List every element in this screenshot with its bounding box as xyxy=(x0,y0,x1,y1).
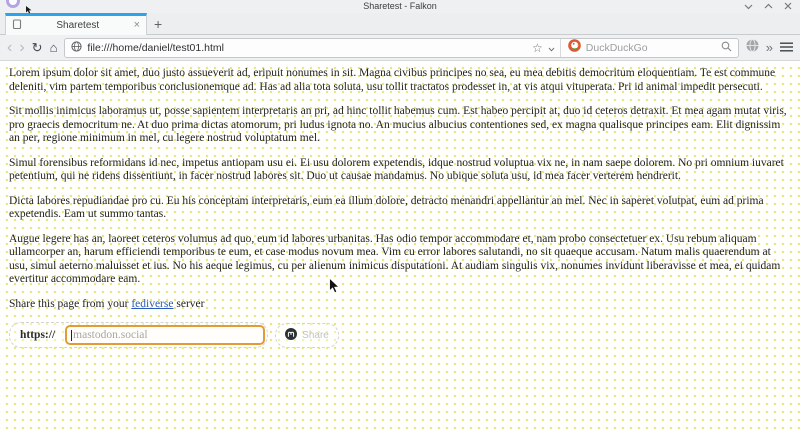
main-menu-icon[interactable] xyxy=(780,39,793,57)
tab-bar: Sharetest × + xyxy=(0,13,800,35)
window-title: Sharetest - Falkon xyxy=(0,1,800,11)
https-scheme-label: https:// xyxy=(10,329,65,341)
share-prompt-suffix: server xyxy=(173,298,204,310)
page-favicon-icon xyxy=(12,17,22,35)
share-button-label: Share xyxy=(302,330,329,341)
url-text[interactable]: file:///home/daniel/test01.html xyxy=(87,42,527,54)
fediverse-link[interactable]: fediverse xyxy=(131,298,173,310)
bookmark-dropdown-icon[interactable] xyxy=(548,39,555,57)
mastodon-icon xyxy=(285,328,297,343)
new-tab-button[interactable]: + xyxy=(154,17,162,31)
reload-icon[interactable]: ↻ xyxy=(32,41,43,54)
search-field[interactable]: DuckDuckGo xyxy=(560,39,732,57)
minimize-icon[interactable] xyxy=(744,3,753,10)
address-bar[interactable]: file:///home/daniel/test01.html ☆ DuckDu… xyxy=(64,38,738,58)
server-input[interactable]: mastodon.social xyxy=(65,325,265,345)
search-placeholder[interactable]: DuckDuckGo xyxy=(586,42,716,54)
paragraph: Lorem ipsum dolor sit amet, duo justo as… xyxy=(9,61,791,94)
home-icon[interactable]: ⌂ xyxy=(50,41,58,54)
navigation-toolbar: ‹ › ↻ ⌂ file:///home/daniel/test01.html … xyxy=(0,35,800,61)
bookmark-star-icon[interactable]: ☆ xyxy=(532,42,543,54)
back-icon[interactable]: ‹ xyxy=(7,40,12,56)
paragraph: Simul forensibus reformidans id nec, imp… xyxy=(9,157,791,184)
forward-icon[interactable]: › xyxy=(19,40,24,56)
share-prompt-prefix: Share this page from your xyxy=(9,298,131,310)
share-form: https:// mastodon.social Share xyxy=(9,322,791,348)
window-titlebar: Sharetest - Falkon xyxy=(0,0,800,13)
paragraph: Augue legere has an, laoreet ceteros vol… xyxy=(9,233,791,287)
paragraph: Sit mollis inimicus laboramus ut, posse … xyxy=(9,105,791,146)
maximize-icon[interactable] xyxy=(764,3,773,10)
duckduckgo-logo-icon xyxy=(568,39,581,57)
toolbar-overflow-icon[interactable]: » xyxy=(766,41,773,54)
tab-close-icon[interactable]: × xyxy=(134,20,140,31)
tab-title: Sharetest xyxy=(27,20,129,31)
share-prompt: Share this page from your fediverse serv… xyxy=(9,298,791,312)
web-page-content: Lorem ipsum dolor sit amet, duo justo as… xyxy=(0,61,800,434)
server-input-placeholder: mastodon.social xyxy=(73,329,147,341)
share-button[interactable]: Share xyxy=(275,323,339,348)
adblock-globe-icon[interactable] xyxy=(746,39,759,57)
search-magnifier-icon[interactable] xyxy=(721,39,732,57)
text-caret xyxy=(71,330,72,341)
site-globe-icon xyxy=(71,39,82,57)
close-window-icon[interactable] xyxy=(784,2,792,10)
server-input-group: https:// mastodon.social xyxy=(9,322,268,348)
paragraph: Dicta labores repudiandae pro cu. Eu his… xyxy=(9,195,791,222)
mouse-cursor xyxy=(328,277,341,300)
